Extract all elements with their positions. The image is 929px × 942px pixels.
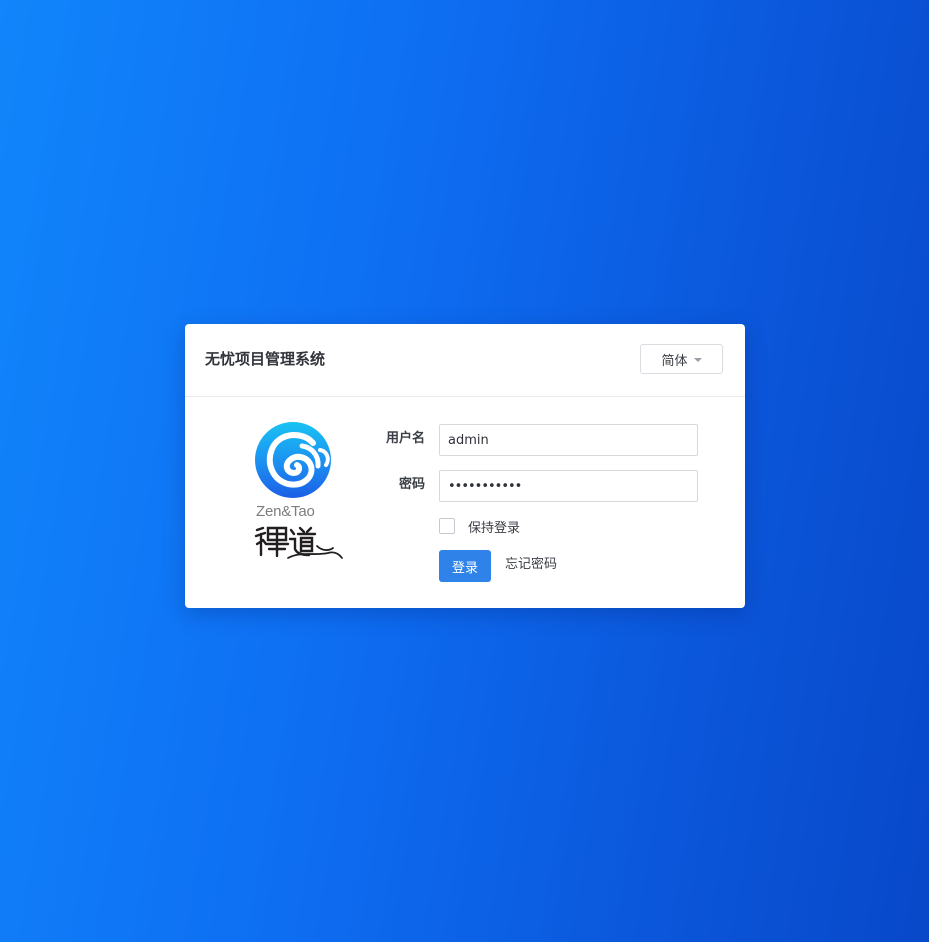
- login-panel: 无忧项目管理系统 简体 Zen&Tao 用户名 admin 密码 •••••••…: [185, 324, 745, 608]
- zentao-swirl-icon: [254, 422, 343, 559]
- remember-me-checkbox-row[interactable]: 保持登录: [439, 516, 520, 536]
- zentao-logo: Zen&Tao: [253, 420, 349, 565]
- zentao-wordmark: Zen&Tao: [256, 503, 315, 520]
- remember-me-label: 保持登录: [468, 520, 521, 536]
- app-title: 无忧项目管理系统: [205, 350, 326, 368]
- username-input[interactable]: [439, 424, 698, 456]
- password-label: 密码: [398, 477, 425, 492]
- language-label: 简体: [661, 353, 688, 369]
- language-select-button[interactable]: 简体: [640, 344, 723, 374]
- panel-header: 无忧项目管理系统 简体: [185, 324, 745, 397]
- caret-down-icon: [693, 357, 702, 362]
- username-label: 用户名: [385, 431, 425, 446]
- remember-me-checkbox[interactable]: [439, 518, 455, 534]
- login-button[interactable]: 登录: [439, 550, 491, 582]
- forgot-password-link[interactable]: 忘记密码: [505, 556, 557, 574]
- password-input[interactable]: [439, 470, 698, 502]
